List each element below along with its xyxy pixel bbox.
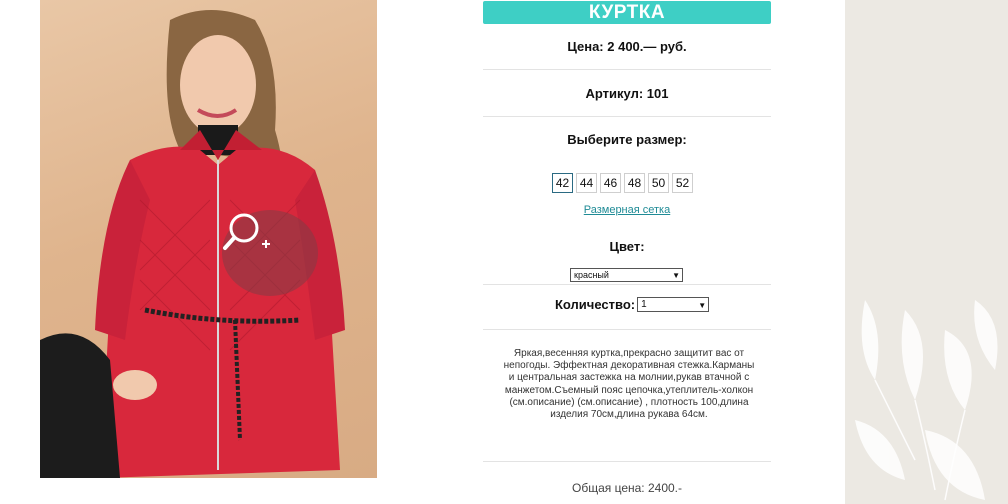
chevron-down-icon: ▼ [672,271,680,280]
zoom-button[interactable] [222,210,318,296]
quantity-row: Количество: 1 ▼ [555,297,710,312]
size-option-50[interactable]: 50 [648,173,669,193]
price-text: Цена: 2 400.— руб. [567,39,687,54]
product-description: Яркая,весенняя куртка,прекрасно защитит … [503,348,755,421]
product-title: КУРТКА [483,1,771,24]
quantity-label: Количество: [555,297,636,312]
divider [483,329,771,330]
size-option-44[interactable]: 44 [576,173,597,193]
divider [483,284,771,285]
choose-size-label: Выберите размер: [567,132,687,147]
divider [483,461,771,462]
zoom-in-icon [223,213,270,250]
quantity-select[interactable]: 1 ▼ [637,297,710,312]
floral-decoration [855,300,998,501]
color-label: Цвет: [609,239,645,254]
size-chart-link[interactable]: Размерная сетка [483,204,771,216]
model-illustration [40,10,345,478]
size-option-48[interactable]: 48 [624,173,645,193]
chevron-down-icon: ▼ [698,301,707,310]
quantity-select-value: 1 [641,299,647,310]
size-option-46[interactable]: 46 [600,173,621,193]
divider [483,116,771,117]
size-selector: 42 44 46 48 50 52 [552,173,693,193]
product-image[interactable] [40,0,377,478]
size-option-52[interactable]: 52 [672,173,693,193]
size-option-42[interactable]: 42 [552,173,573,193]
color-select[interactable]: красный ▼ [570,268,683,282]
decorative-side-panel [845,0,1008,504]
divider [483,69,771,70]
total-price: Общая цена: 2400.- [572,481,682,495]
article-text: Артикул: 101 [585,86,669,101]
color-select-value: красный [574,270,609,280]
